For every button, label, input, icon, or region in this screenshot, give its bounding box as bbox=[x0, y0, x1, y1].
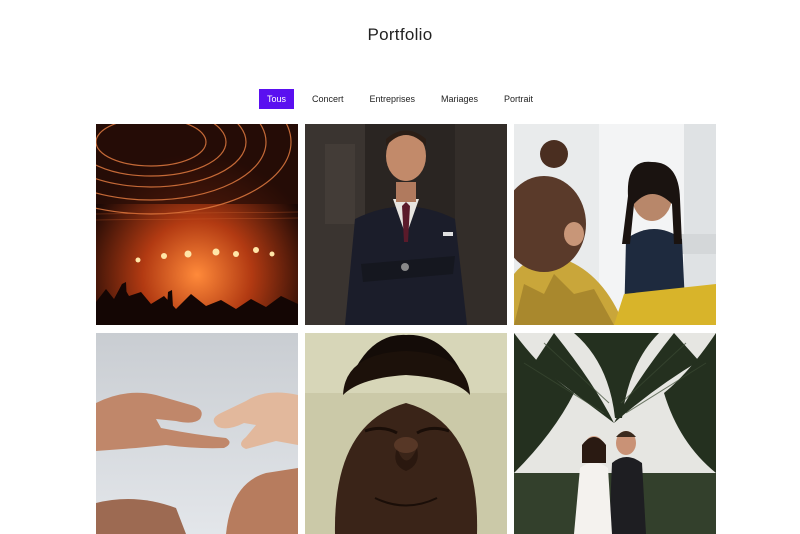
filter-concert-button[interactable]: Concert bbox=[304, 89, 352, 109]
businessman-photo bbox=[305, 124, 507, 325]
gallery-item-wedding[interactable] bbox=[514, 333, 716, 534]
portrait-man-photo bbox=[305, 333, 507, 534]
gallery-item-portrait-man[interactable] bbox=[305, 333, 507, 534]
gallery-item-hands[interactable] bbox=[96, 333, 298, 534]
filter-mariages-button[interactable]: Mariages bbox=[433, 89, 486, 109]
wedding-photo bbox=[514, 333, 716, 534]
page-title: Portfolio bbox=[367, 25, 433, 45]
filter-tous-button[interactable]: Tous bbox=[258, 89, 294, 109]
smiling-woman-photo bbox=[514, 124, 716, 325]
portfolio-grid bbox=[96, 124, 716, 534]
concert-photo bbox=[96, 124, 298, 325]
hands-photo bbox=[96, 333, 298, 534]
filter-entreprises-button[interactable]: Entreprises bbox=[361, 89, 423, 109]
gallery-item-businessman[interactable] bbox=[305, 124, 507, 325]
gallery-item-concert[interactable] bbox=[96, 124, 298, 325]
portfolio-filter-bar: Tous Concert Entreprises Mariages Portra… bbox=[0, 89, 800, 109]
filter-portrait-button[interactable]: Portrait bbox=[496, 89, 541, 109]
gallery-item-smiling-woman[interactable] bbox=[514, 124, 716, 325]
